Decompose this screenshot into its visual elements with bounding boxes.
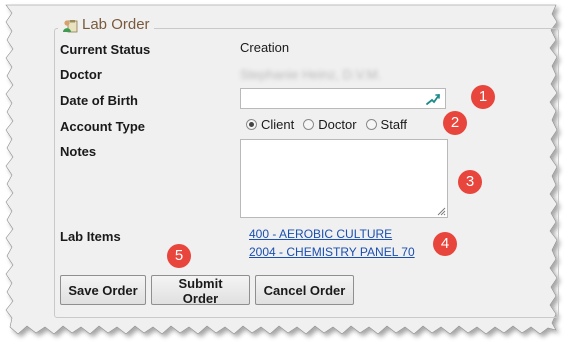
radio-staff-label: Staff xyxy=(380,117,408,132)
radio-client-label: Client xyxy=(261,117,295,132)
date-of-birth-input[interactable] xyxy=(240,88,446,109)
current-status-value: Creation xyxy=(240,40,290,55)
panel-legend: Lab Order xyxy=(58,16,154,33)
doctor-value: Stephanie Heinz, D.V.M. xyxy=(240,67,382,82)
radio-doctor[interactable]: Doctor xyxy=(303,117,357,132)
dob-label: Date of Birth xyxy=(60,93,138,108)
account-type-radio-group: Client Doctor Staff xyxy=(246,117,416,132)
callout-badge-3: 3 xyxy=(458,170,482,194)
doctor-label: Doctor xyxy=(60,67,102,82)
lab-item-link-chemistry-panel[interactable]: 2004 - CHEMISTRY PANEL 70 xyxy=(249,245,415,259)
radio-staff[interactable]: Staff xyxy=(365,117,408,132)
cancel-order-button[interactable]: Cancel Order xyxy=(255,275,354,305)
lab-items-label: Lab Items xyxy=(60,229,121,244)
save-order-button[interactable]: Save Order xyxy=(60,275,146,305)
callout-badge-2: 2 xyxy=(443,111,467,135)
callout-badge-1: 1 xyxy=(471,85,495,109)
radio-doctor-dot[interactable] xyxy=(303,119,315,130)
date-picker-icon[interactable] xyxy=(425,91,441,107)
panel-title: Lab Order xyxy=(82,16,150,33)
current-status-label: Current Status xyxy=(60,42,151,57)
callout-badge-5: 5 xyxy=(167,244,191,268)
resize-grip-icon[interactable] xyxy=(437,207,446,216)
lab-item-link-aerobic-culture[interactable]: 400 - AEROBIC CULTURE xyxy=(249,227,392,241)
user-clipboard-icon xyxy=(63,19,78,32)
radio-doctor-label: Doctor xyxy=(318,117,357,132)
screenshot-page: Lab Order Current Status Creation Doctor… xyxy=(0,0,575,360)
callout-badge-4: 4 xyxy=(433,232,457,256)
radio-staff-dot[interactable] xyxy=(365,119,377,130)
account-type-label: Account Type xyxy=(60,119,145,134)
notes-textarea[interactable] xyxy=(240,139,448,218)
notes-label: Notes xyxy=(60,144,97,159)
radio-client-dot[interactable] xyxy=(246,119,257,130)
radio-client[interactable]: Client xyxy=(246,117,294,132)
submit-order-button[interactable]: Submit Order xyxy=(151,275,250,306)
